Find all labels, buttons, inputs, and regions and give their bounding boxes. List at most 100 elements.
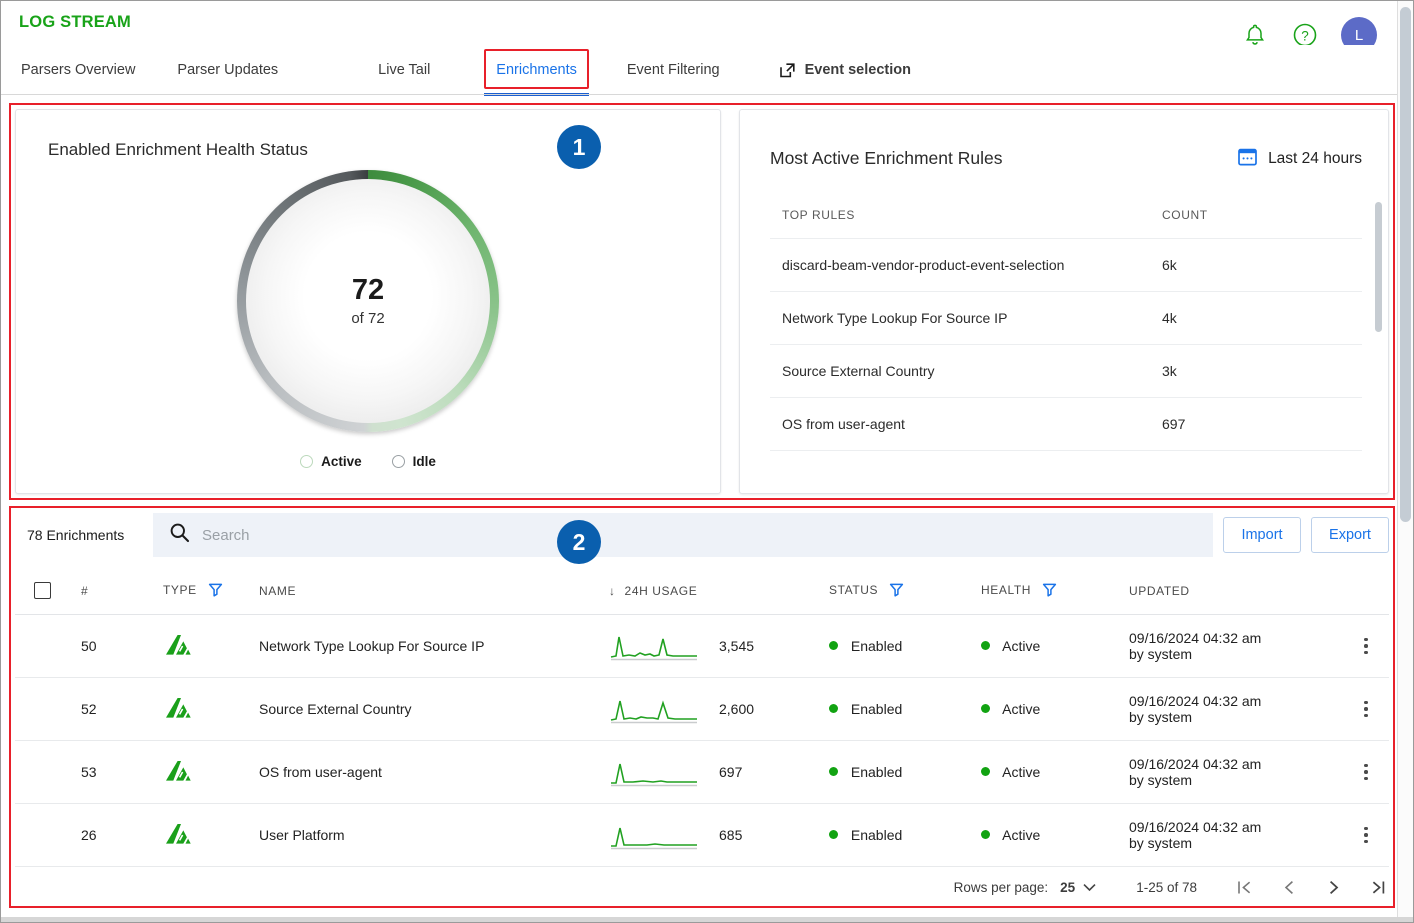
tab-event-selection[interactable]: Event selection	[778, 45, 911, 95]
table-header-row: # TYPE NAME ↓ 24H USAGE STATUS HEALTH UP…	[15, 567, 1389, 615]
rule-name: Source External Country	[782, 363, 935, 379]
next-page-button[interactable]	[1311, 879, 1355, 896]
tab-label: Event Filtering	[626, 62, 720, 78]
updated-by: by system	[1129, 709, 1193, 725]
primary-tabs: Parsers Overview Parser Updates Live Tai…	[1, 45, 1413, 96]
row-name: User Platform	[259, 827, 345, 843]
row-status: Enabled	[829, 827, 981, 843]
row-more-actions-icon[interactable]	[1360, 697, 1372, 722]
search-input[interactable]	[202, 526, 1142, 544]
table-row[interactable]: 26 User Platform 685 Enabled Active 09/1…	[15, 804, 1389, 867]
row-actions-cell	[1343, 760, 1389, 785]
rows-per-page-label: Rows per page:	[953, 879, 1049, 895]
legend-dot-icon	[300, 455, 314, 468]
enrichment-health-card: Enabled Enrichment Health Status 72 of 7…	[15, 109, 721, 494]
row-health: Active	[981, 764, 1129, 780]
col-usage[interactable]: ↓ 24H USAGE	[609, 584, 829, 598]
health-dot-icon	[981, 830, 990, 839]
previous-page-button[interactable]	[1267, 879, 1311, 896]
rule-count: 3k	[1162, 363, 1177, 379]
usage-sparkline	[610, 700, 697, 724]
rule-name: discard-beam-vendor-product-event-select…	[782, 257, 1065, 273]
table-row[interactable]: OS from user-agent 697	[770, 398, 1362, 451]
health-dot-icon	[981, 641, 990, 650]
tab-live-tail[interactable]: Live Tail	[378, 45, 430, 95]
rule-name: Network Type Lookup For Source IP	[782, 310, 1008, 326]
tab-label: Parsers Overview	[21, 62, 136, 78]
status-label: Enabled	[850, 827, 903, 843]
row-more-actions-icon[interactable]	[1360, 823, 1372, 848]
tab-enrichments[interactable]: Enrichments	[484, 45, 589, 96]
row-actions-cell	[1343, 823, 1389, 848]
row-health: Active	[981, 827, 1129, 843]
row-more-actions-icon[interactable]	[1360, 760, 1372, 785]
status-dot-icon	[829, 767, 838, 776]
health-card-title: Enabled Enrichment Health Status	[48, 140, 308, 159]
row-name: Network Type Lookup For Source IP	[259, 638, 485, 654]
row-actions-cell	[1343, 697, 1389, 722]
rule-count: 6k	[1162, 257, 1177, 273]
most-active-rules-card: Most Active Enrichment Rules Last 24 hou…	[739, 109, 1389, 494]
page-scrollbar-thumb[interactable]	[1400, 7, 1411, 522]
table-row[interactable]: discard-beam-vendor-product-event-select…	[770, 239, 1362, 292]
usage-value: 2,600	[719, 701, 755, 717]
row-name: OS from user-agent	[259, 764, 382, 780]
row-usage: 2,600	[609, 694, 829, 724]
export-button[interactable]: Export	[1311, 517, 1389, 553]
row-more-actions-icon[interactable]	[1360, 634, 1372, 659]
updated-by: by system	[1129, 772, 1193, 788]
donut-legend: Active Idle	[300, 454, 436, 469]
legend-item-active[interactable]: Active	[300, 454, 362, 469]
first-page-button[interactable]	[1223, 879, 1267, 896]
table-row[interactable]: Network Type Lookup For Source IP 4k	[770, 292, 1362, 345]
rows-per-page-select[interactable]: 25	[1060, 880, 1096, 895]
rules-list-scrollbar[interactable]	[1375, 202, 1382, 332]
legend-item-idle[interactable]: Idle	[391, 454, 436, 469]
usage-value: 685	[719, 827, 743, 843]
row-usage: 697	[609, 757, 829, 787]
filter-icon[interactable]	[208, 583, 223, 600]
table-row[interactable]: 52 Source External Country 2,600 Enabled…	[15, 678, 1389, 741]
col-usage-label: 24H USAGE	[624, 583, 698, 598]
legend-label: Active	[321, 454, 362, 469]
table-row[interactable]: 53 OS from user-agent 697 Enabled Active	[15, 741, 1389, 804]
search-container[interactable]	[153, 513, 1213, 557]
col-health: HEALTH	[981, 582, 1129, 600]
table-row[interactable]: 50 Network Type Lookup For Source IP 3,5…	[15, 615, 1389, 678]
usage-sparkline	[610, 636, 697, 661]
rule-count: 4k	[1162, 310, 1177, 326]
enrichment-type-icon	[155, 758, 259, 787]
health-label: Active	[1002, 764, 1041, 780]
row-updated: 09/16/2024 04:32 am by system	[1129, 819, 1343, 851]
app-window: LOG STREAM ? L Parsers Overview Parser U…	[0, 0, 1414, 923]
table-row[interactable]: Source External Country 3k	[770, 345, 1362, 398]
row-number: 50	[81, 638, 97, 654]
callout-badge-2: 2	[557, 520, 601, 564]
tab-event-filtering[interactable]: Event Filtering	[627, 45, 720, 95]
col-health-label: HEALTH	[981, 582, 1032, 597]
pagination-bar: Rows per page: 25 1-25 of 78	[15, 867, 1399, 907]
health-label: Active	[1002, 638, 1041, 654]
tab-parser-updates[interactable]: Parser Updates	[177, 45, 278, 95]
row-updated: 09/16/2024 04:32 am by system	[1129, 693, 1343, 725]
row-updated: 09/16/2024 04:32 am by system	[1129, 756, 1343, 788]
page-scrollbar-track[interactable]	[1397, 1, 1413, 922]
row-number: 26	[81, 827, 97, 843]
select-all-checkbox[interactable]	[33, 582, 51, 599]
tab-parsers-overview[interactable]: Parsers Overview	[21, 45, 135, 95]
health-donut-chart: 72 of 72 Active Idle	[16, 170, 720, 469]
last-page-button[interactable]	[1355, 879, 1399, 896]
updated-by: by system	[1129, 646, 1193, 662]
row-status: Enabled	[829, 764, 981, 780]
legend-label: Idle	[412, 454, 436, 469]
time-range-selector[interactable]: Last 24 hours	[1237, 146, 1362, 172]
health-dot-icon	[981, 704, 990, 713]
import-button[interactable]: Import	[1223, 517, 1301, 553]
filter-icon[interactable]	[1042, 583, 1057, 600]
col-type-label: TYPE	[163, 582, 197, 597]
health-label: Active	[1002, 701, 1041, 717]
filter-icon[interactable]	[889, 583, 904, 600]
legend-dot-icon	[391, 455, 405, 468]
status-label: Enabled	[850, 701, 903, 717]
col-name: NAME	[259, 583, 297, 598]
